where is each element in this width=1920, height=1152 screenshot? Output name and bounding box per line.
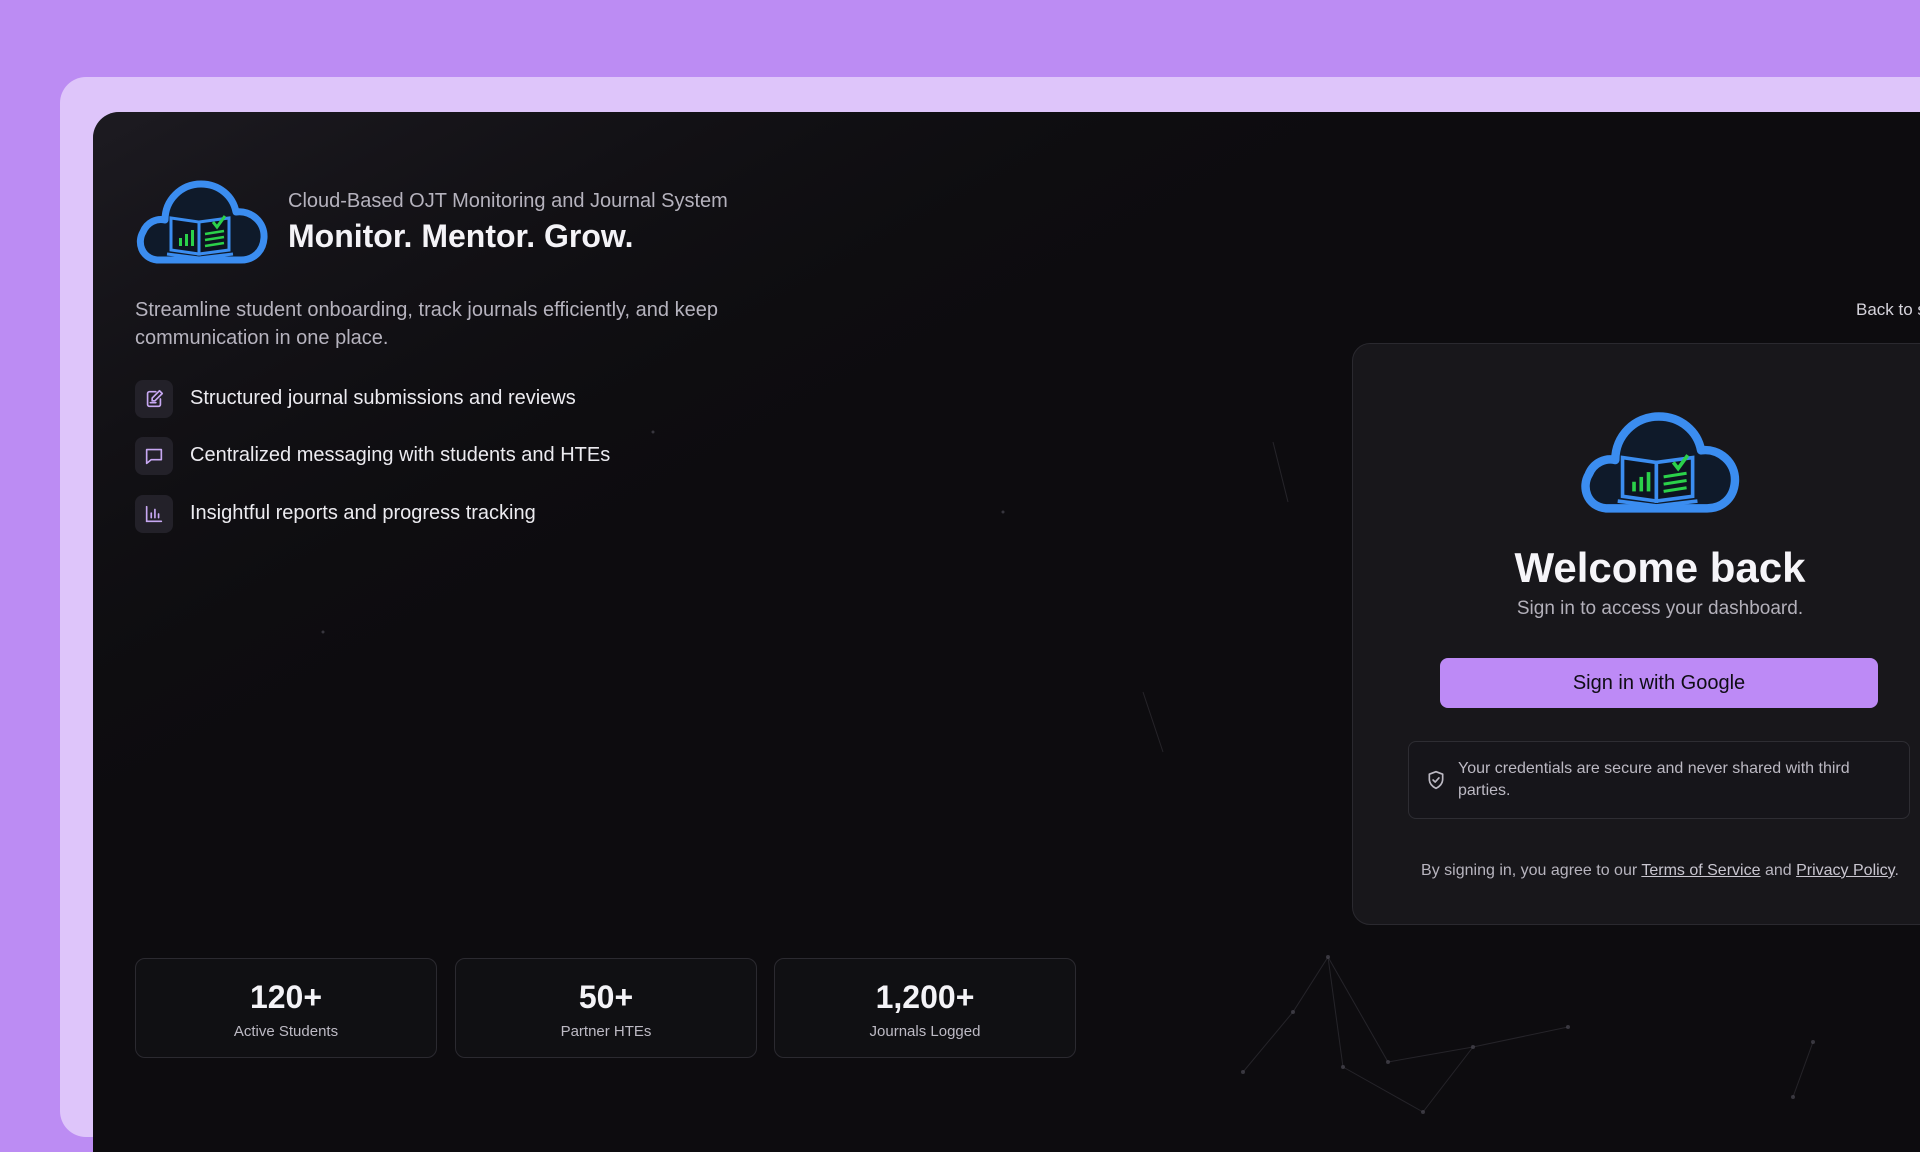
- terms-of-service-link[interactable]: Terms of Service: [1641, 862, 1760, 879]
- app-subtitle: Cloud-Based OJT Monitoring and Journal S…: [288, 190, 728, 212]
- app-description: Streamline student onboarding, track jou…: [135, 299, 718, 349]
- stat-value: 120+: [249, 979, 323, 1015]
- stat-card-active-students: 120+ Active Students: [135, 958, 437, 1058]
- page-title: Monitor. Mentor. Grow.: [288, 218, 634, 254]
- login-subheading: Sign in to access your dashboard.: [1516, 598, 1804, 619]
- back-link[interactable]: Back to s: [1856, 300, 1920, 320]
- terms-prefix: By signing in, you agree to our: [1421, 862, 1638, 879]
- stat-value: 50+: [578, 979, 634, 1015]
- feature-label: Centralized messaging with students and …: [190, 444, 611, 466]
- terms-suffix: .: [1894, 862, 1899, 879]
- stat-label: Partner HTEs: [560, 1023, 652, 1040]
- privacy-policy-link[interactable]: Privacy Policy: [1796, 862, 1894, 879]
- stat-card-journals-logged: 1,200+ Journals Logged: [774, 958, 1076, 1058]
- bar-chart-icon: [135, 495, 173, 533]
- terms-and: and: [1764, 862, 1792, 879]
- login-heading: Welcome back: [1514, 544, 1806, 591]
- shield-check-icon: [1428, 770, 1444, 790]
- cloud-journal-logo-icon: [136, 180, 268, 264]
- stat-label: Active Students: [233, 1023, 339, 1040]
- app-screen: Cloud-Based OJT Monitoring and Journal S…: [93, 112, 1920, 1152]
- stat-value: 1,200+: [875, 979, 975, 1015]
- edit-note-icon: [135, 380, 173, 418]
- google-signin-button[interactable]: Sign in with Google: [1440, 658, 1878, 708]
- feature-label: Structured journal submissions and revie…: [190, 387, 576, 409]
- cloud-journal-logo-icon: [1581, 412, 1740, 513]
- security-notice-text: Your credentials are secure and never sh…: [1458, 760, 1850, 799]
- feature-label: Insightful reports and progress tracking: [190, 502, 536, 524]
- terms-notice: By signing in, you agree to our Terms of…: [1353, 862, 1920, 880]
- security-notice: Your credentials are secure and never sh…: [1408, 741, 1910, 819]
- stat-label: Journals Logged: [869, 1023, 981, 1040]
- stat-card-partner-htes: 50+ Partner HTEs: [455, 958, 757, 1058]
- login-card: Welcome back Sign in to access your dash…: [1352, 343, 1920, 925]
- chat-bubble-icon: [135, 437, 173, 475]
